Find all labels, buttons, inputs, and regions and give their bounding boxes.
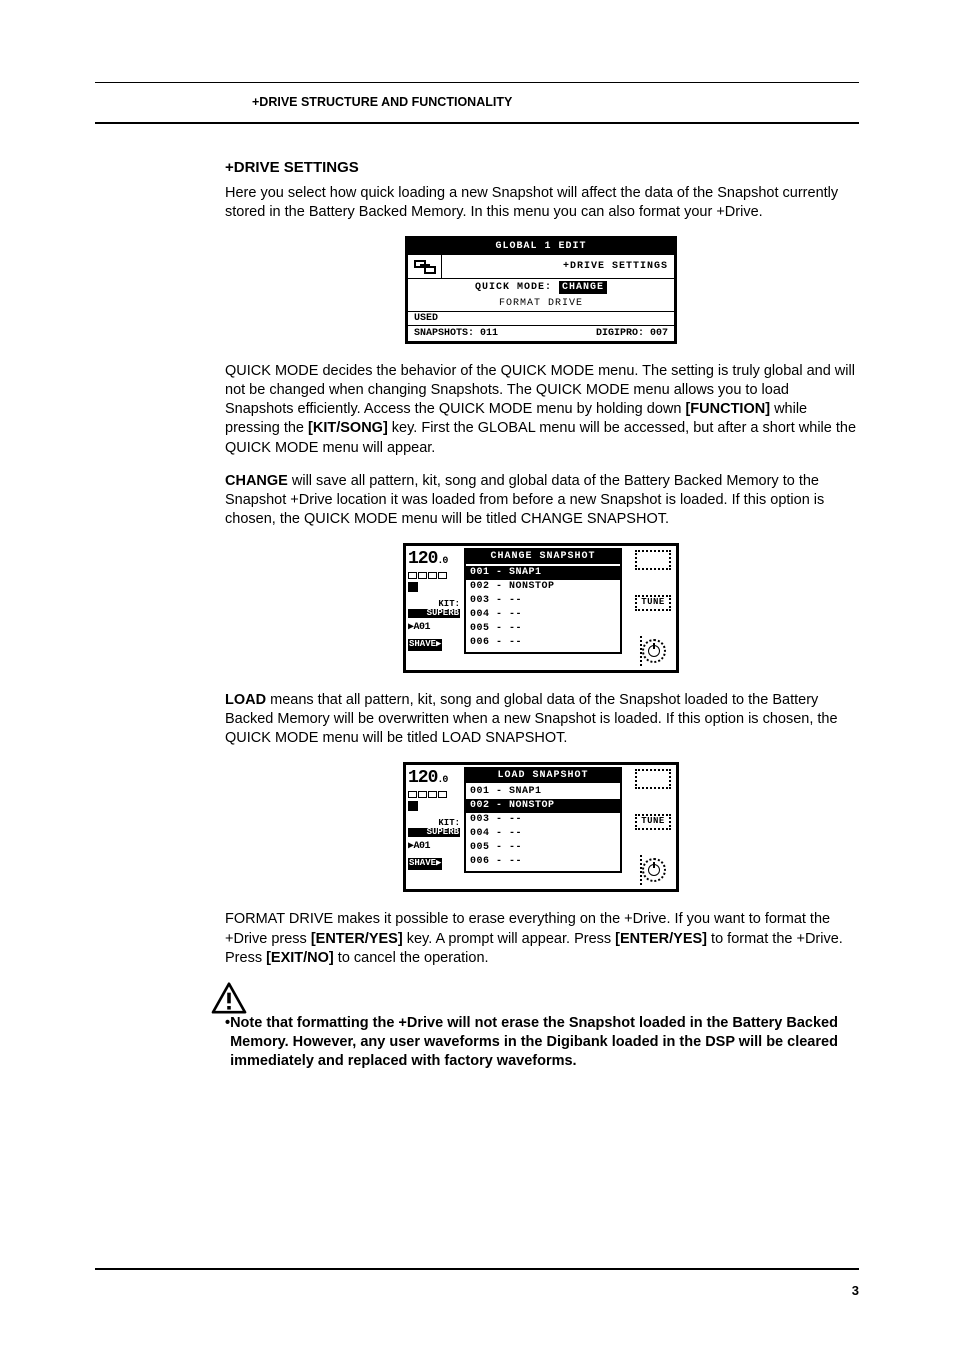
page: +DRIVE STRUCTURE AND FUNCTIONALITY +DRIV…: [0, 0, 954, 1350]
param-box-icon: [635, 769, 671, 789]
para-intro: Here you select how quick loading a new …: [225, 184, 857, 222]
quick-mode-label: QUICK MODE:: [475, 282, 552, 293]
para-quick-mode: QUICK MODE decides the behavior of the Q…: [225, 362, 857, 458]
param-box-icon: [635, 550, 671, 570]
bpm-value: 120.0: [408, 767, 460, 791]
warning-icon: [211, 982, 857, 1014]
lcd-left: 120.0 KIT:SUPERB ▶A01 SHAVE▶: [408, 767, 460, 887]
menu-item: 006 - --: [466, 636, 620, 650]
para-format: FORMAT DRIVE makes it possible to erase …: [225, 910, 857, 967]
menu-item: 005 - --: [466, 622, 620, 636]
para-load: LOAD means that all pattern, kit, song a…: [225, 691, 857, 748]
menu-item: 003 - --: [466, 813, 620, 827]
note-text: Note that formatting the +Drive will not…: [230, 1014, 857, 1071]
lcd-title: GLOBAL 1 EDIT: [408, 239, 674, 255]
figure-change-snapshot: 120.0 KIT:SUPERB ▶A01 SHAVE▶ CHANGE SNAP…: [225, 543, 857, 673]
rule-top-thick: [95, 122, 859, 124]
lcd-format-drive: FORMAT DRIVE: [408, 297, 674, 311]
lcd-snapshots: SNAPSHOTS: 011: [414, 326, 498, 341]
menu-title: CHANGE SNAPSHOT: [466, 550, 620, 564]
snapshot-menu: LOAD SNAPSHOT 001 - SNAP1002 - NONSTOP00…: [464, 767, 622, 873]
menu-item: 004 - --: [466, 827, 620, 841]
menu-item: 002 - NONSTOP: [466, 580, 620, 594]
lcd-right: TUNE: [632, 550, 674, 666]
quick-mode-value: CHANGE: [559, 281, 607, 294]
note-format-warning: • Note that formatting the +Drive will n…: [225, 1014, 857, 1071]
menu-title: LOAD SNAPSHOT: [466, 769, 620, 783]
step-indicator: [408, 791, 460, 798]
lcd-load-snapshot: 120.0 KIT:SUPERB ▶A01 SHAVE▶ LOAD SNAPSH…: [403, 762, 679, 892]
tune-label: TUNE: [635, 595, 671, 611]
kit-badge: KIT:SUPERB: [408, 819, 460, 837]
menu-list: 001 - SNAP1002 - NONSTOP003 - --004 - --…: [466, 783, 620, 871]
figure-global-edit: GLOBAL 1 EDIT +DRIVE SETTINGS QUICK MODE…: [225, 236, 857, 344]
menu-item: 001 - SNAP1: [466, 785, 620, 799]
bpm-value: 120.0: [408, 548, 460, 572]
menu-item: 001 - SNAP1: [466, 566, 620, 580]
pattern-label: ▶A01: [408, 621, 460, 634]
step-fill: [408, 582, 418, 592]
lcd-change-snapshot: 120.0 KIT:SUPERB ▶A01 SHAVE▶ CHANGE SNAP…: [403, 543, 679, 673]
lcd-global-edit: GLOBAL 1 EDIT +DRIVE SETTINGS QUICK MODE…: [405, 236, 677, 344]
lcd-status-row: SNAPSHOTS: 011 DIGIPRO: 007: [408, 325, 674, 341]
kit-badge: KIT:SUPERB: [408, 600, 460, 618]
shave-label: SHAVE▶: [408, 858, 442, 870]
menu-list: 001 - SNAP1002 - NONSTOP003 - --004 - --…: [466, 564, 620, 652]
tune-label: TUNE: [635, 814, 671, 830]
figure-load-snapshot: 120.0 KIT:SUPERB ▶A01 SHAVE▶ LOAD SNAPSH…: [225, 762, 857, 892]
page-number: 3: [852, 1283, 859, 1298]
menu-item: 004 - --: [466, 608, 620, 622]
rule-bottom: [95, 1268, 859, 1270]
menu-item: 003 - --: [466, 594, 620, 608]
running-head: +DRIVE STRUCTURE AND FUNCTIONALITY: [0, 95, 954, 109]
lcd-digipro: DIGIPRO: 007: [596, 326, 668, 341]
lcd-right: TUNE: [632, 769, 674, 885]
pattern-label: ▶A01: [408, 840, 460, 853]
lcd-used-label: USED: [408, 311, 674, 325]
menu-item: 006 - --: [466, 855, 620, 869]
knob-icon: [642, 639, 666, 663]
step-fill: [408, 801, 418, 811]
knob-icon: [642, 858, 666, 882]
lcd-quick-mode-row: QUICK MODE: CHANGE: [408, 279, 674, 297]
drive-icon: [408, 255, 442, 278]
para-change: CHANGE will save all pattern, kit, song …: [225, 472, 857, 529]
menu-item: 005 - --: [466, 841, 620, 855]
menu-item: 002 - NONSTOP: [466, 799, 620, 813]
heading-drive-settings: +DRIVE SETTINGS: [225, 158, 857, 178]
snapshot-menu: CHANGE SNAPSHOT 001 - SNAP1002 - NONSTOP…: [464, 548, 622, 654]
lcd-subtitle: +DRIVE SETTINGS: [442, 260, 674, 273]
rule-top-thin: [95, 82, 859, 83]
step-indicator: [408, 572, 460, 579]
lcd-left: 120.0 KIT:SUPERB ▶A01 SHAVE▶: [408, 548, 460, 668]
content: +DRIVE SETTINGS Here you select how quic…: [225, 158, 857, 1071]
shave-label: SHAVE▶: [408, 639, 442, 651]
